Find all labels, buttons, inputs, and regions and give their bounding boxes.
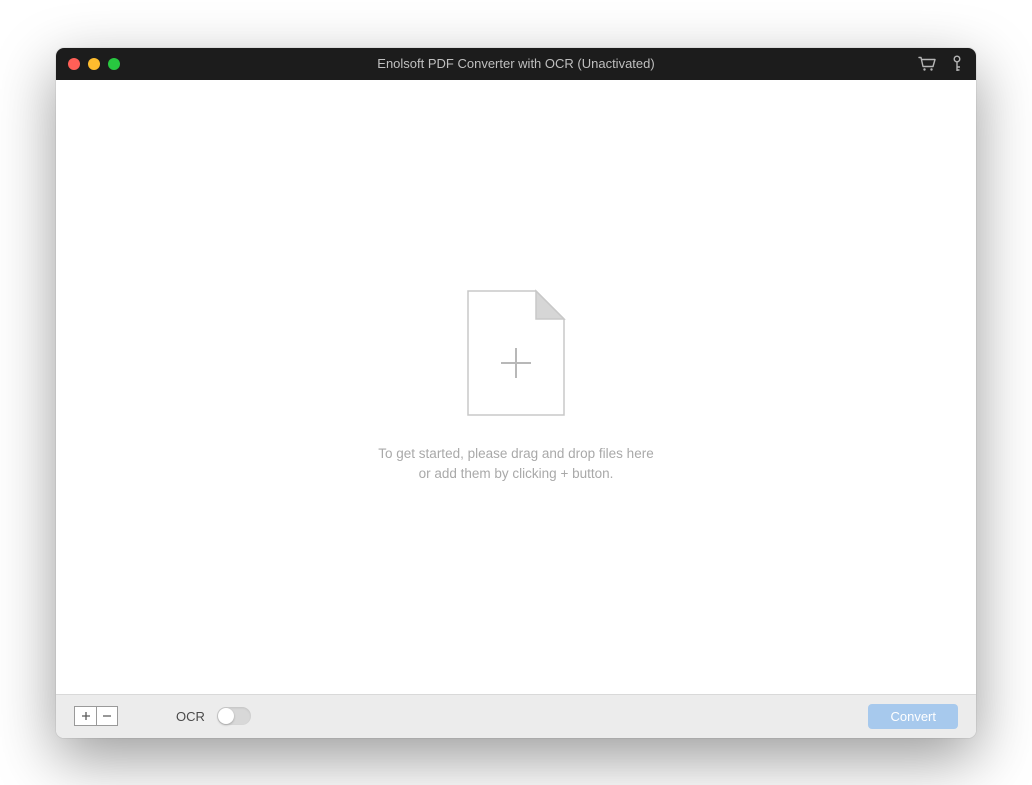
cart-icon[interactable] — [918, 56, 936, 72]
ocr-label: OCR — [176, 709, 205, 724]
add-file-button[interactable] — [74, 706, 96, 726]
bottombar: OCR Convert — [56, 694, 976, 738]
convert-button[interactable]: Convert — [868, 704, 958, 729]
close-window-button[interactable] — [68, 58, 80, 70]
ocr-toggle[interactable] — [217, 707, 251, 725]
drop-zone[interactable]: To get started, please drag and drop fil… — [378, 289, 653, 485]
ocr-section: OCR — [176, 707, 251, 725]
add-file-icon — [466, 289, 566, 422]
key-icon[interactable] — [952, 55, 962, 73]
app-window: Enolsoft PDF Converter with OCR (Unactiv… — [56, 48, 976, 738]
remove-file-button[interactable] — [96, 706, 118, 726]
file-buttons — [74, 706, 118, 726]
traffic-lights — [68, 58, 120, 70]
window-title: Enolsoft PDF Converter with OCR (Unactiv… — [56, 56, 976, 71]
titlebar-actions — [918, 55, 962, 73]
titlebar: Enolsoft PDF Converter with OCR (Unactiv… — [56, 48, 976, 80]
maximize-window-button[interactable] — [108, 58, 120, 70]
drop-instruction-line1: To get started, please drag and drop fil… — [378, 444, 653, 464]
content-area: To get started, please drag and drop fil… — [56, 80, 976, 694]
minimize-window-button[interactable] — [88, 58, 100, 70]
drop-instruction-line2: or add them by clicking + button. — [378, 464, 653, 484]
ocr-toggle-knob — [218, 708, 234, 724]
drop-instruction: To get started, please drag and drop fil… — [378, 444, 653, 485]
